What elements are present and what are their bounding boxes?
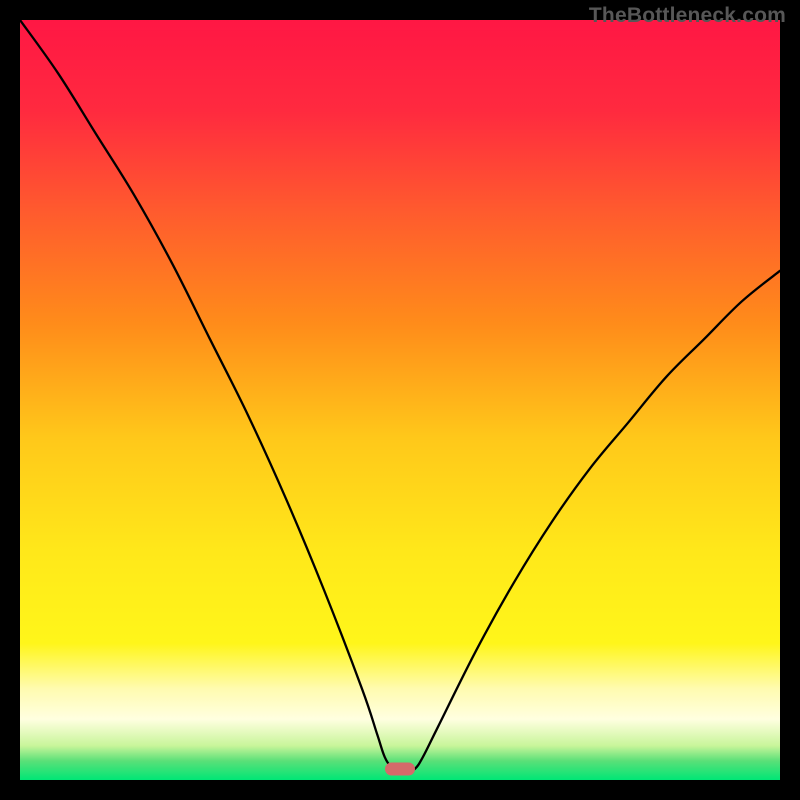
bottleneck-curve [20, 20, 780, 780]
chart-frame: TheBottleneck.com [0, 0, 800, 800]
optimal-marker [385, 762, 415, 775]
watermark-text: TheBottleneck.com [589, 4, 786, 28]
plot-area [20, 20, 780, 780]
